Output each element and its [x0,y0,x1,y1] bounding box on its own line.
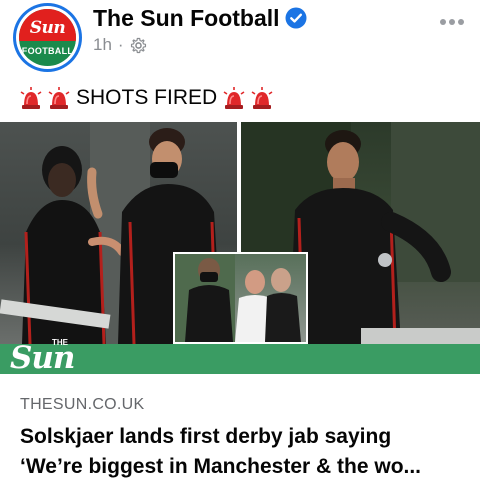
banner-logo-prefix: THE [52,338,68,347]
link-preview-card[interactable]: THESUN.CO.UK Solskjaer lands first derby… [0,374,480,486]
link-title[interactable]: Solskjaer lands first derby jab saying ‘… [20,422,470,482]
dot-icon [440,19,446,25]
post-text: SHOTS FIRED [76,86,218,109]
the-sun-banner-logo: Sun THE [10,338,75,374]
more-options-button[interactable] [436,14,468,30]
post-timestamp[interactable]: 1h [93,35,112,55]
avatar-logo-word: Sun [29,17,66,38]
link-title-line-1: Solskjaer lands first derby jab saying [20,425,392,448]
avatar-logo-sub: FOOTBALL [21,46,74,57]
post-header: Sun FOOTBALL The Sun Football 1h · [0,0,480,76]
police-siren-icon [223,87,245,109]
post-image[interactable] [0,122,480,344]
post-message: SHOTS FIRED [20,84,273,112]
coaches-illustration [175,254,301,342]
police-siren-icon [251,87,273,109]
link-title-line-2: ‘We’re biggest in Manchester & the wo... [20,455,422,478]
dot-icon [458,19,464,25]
dot-icon [449,19,455,25]
verified-badge-icon [285,7,307,29]
post-meta: 1h · [93,35,147,55]
page-name-link[interactable]: The Sun Football [93,5,280,32]
sun-football-logo: Sun FOOTBALL [19,9,76,66]
inset-photo-coaches [173,252,308,344]
police-siren-icon [48,87,70,109]
police-siren-icon [20,87,42,109]
publisher-banner: Sun THE [0,338,480,374]
link-domain: THESUN.CO.UK [20,396,145,413]
page-avatar[interactable]: Sun FOOTBALL [13,3,82,72]
meta-separator: · [117,35,124,54]
privacy-gear-icon[interactable] [130,37,147,54]
